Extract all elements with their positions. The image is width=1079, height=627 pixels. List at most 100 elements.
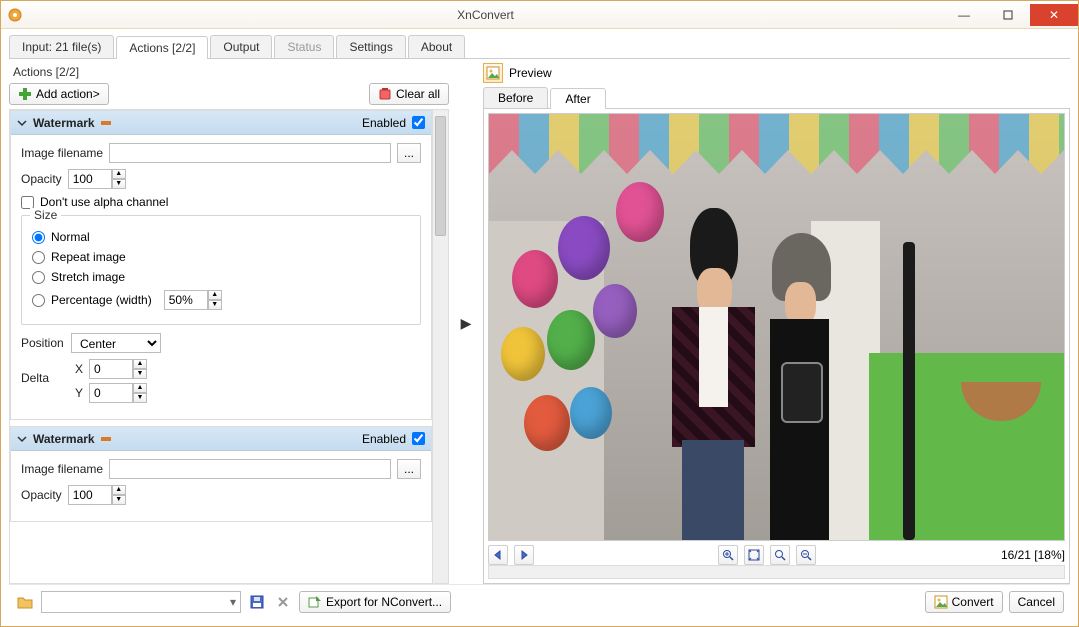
opacity-input[interactable] <box>68 169 112 189</box>
main-tabs: Input: 21 file(s) Actions [2/2] Output S… <box>9 35 1070 59</box>
content: Input: 21 file(s) Actions [2/2] Output S… <box>1 29 1078 626</box>
browse-button[interactable]: ... <box>397 143 421 163</box>
open-folder-button[interactable] <box>15 592 35 612</box>
delete-icon <box>277 596 289 608</box>
position-label: Position <box>21 336 65 350</box>
export-icon <box>308 595 322 609</box>
tab-output[interactable]: Output <box>210 35 272 58</box>
minimize-button[interactable]: — <box>942 4 986 26</box>
preview-counter: 16/21 [18%] <box>1001 548 1065 562</box>
titlebar: XnConvert — ✕ <box>1 1 1078 29</box>
delta-x-spinner[interactable]: ▲▼ <box>133 359 147 379</box>
preview-tab-before[interactable]: Before <box>483 87 548 108</box>
convert-button[interactable]: Convert <box>925 591 1003 613</box>
browse-button[interactable]: ... <box>397 459 421 479</box>
maximize-button[interactable] <box>986 4 1030 26</box>
preset-combo[interactable]: ▾ <box>41 591 241 613</box>
image-filename-input[interactable] <box>109 459 391 479</box>
enabled-checkbox[interactable] <box>412 432 425 445</box>
tab-actions[interactable]: Actions [2/2] <box>116 36 208 59</box>
alpha-checkbox[interactable] <box>21 196 34 209</box>
zoom-100-button[interactable] <box>770 545 790 565</box>
actions-scroll-area: Watermark Enabled Image filename <box>9 109 449 584</box>
image-filename-label: Image filename <box>21 462 103 476</box>
save-preset-button[interactable] <box>247 592 267 612</box>
tab-status[interactable]: Status <box>274 35 334 58</box>
opacity-spinner[interactable]: ▲▼ <box>112 169 126 189</box>
image-icon <box>486 66 500 80</box>
app-window: XnConvert — ✕ Input: 21 file(s) Actions … <box>0 0 1079 627</box>
actions-toolbar: Add action> Clear all <box>9 83 449 105</box>
export-label: Export for NConvert... <box>326 595 442 609</box>
remove-action-icon[interactable] <box>101 436 111 442</box>
convert-icon <box>934 595 948 609</box>
position-select[interactable]: Center <box>71 333 161 353</box>
chevron-down-icon <box>17 434 27 444</box>
add-action-button[interactable]: Add action> <box>9 83 109 105</box>
delta-x-label: X <box>71 362 83 376</box>
preview-image[interactable] <box>488 113 1065 541</box>
cancel-button[interactable]: Cancel <box>1009 591 1064 613</box>
folder-icon <box>17 595 33 609</box>
percentage-spinner[interactable]: ▲▼ <box>208 290 222 310</box>
zoom-fit-button[interactable] <box>744 545 764 565</box>
preview-tab-after[interactable]: After <box>550 88 605 109</box>
percentage-input[interactable] <box>164 290 208 310</box>
add-icon <box>18 87 32 101</box>
next-image-button[interactable] <box>514 545 534 565</box>
actions-vertical-scrollbar[interactable] <box>432 110 448 583</box>
remove-action-icon[interactable] <box>101 120 111 126</box>
preview-icon-button[interactable] <box>483 63 503 83</box>
size-repeat-radio[interactable] <box>32 251 45 264</box>
enabled-checkbox[interactable] <box>412 116 425 129</box>
clear-icon <box>378 87 392 101</box>
size-percentage-radio[interactable] <box>32 294 45 307</box>
size-group: Size Normal Repeat image Stretch image P… <box>21 215 421 325</box>
actions-panel: Actions [2/2] Add action> Clear all <box>9 63 449 584</box>
size-stretch-label: Stretch image <box>51 270 125 284</box>
scroll-thumb[interactable] <box>435 116 446 236</box>
prev-image-button[interactable] <box>488 545 508 565</box>
action-card-header[interactable]: Watermark Enabled <box>11 111 431 135</box>
action-body: Image filename ... Opacity ▲▼ <box>11 451 431 521</box>
preview-tabs: Before After <box>483 87 1070 109</box>
delete-preset-button[interactable] <box>273 592 293 612</box>
actions-panel-title: Actions [2/2] <box>13 65 449 79</box>
zoom-out-button[interactable] <box>796 545 816 565</box>
action-card: Watermark Enabled Image filename <box>10 110 432 420</box>
delta-y-input[interactable] <box>89 383 133 403</box>
app-icon <box>7 7 23 23</box>
tab-input[interactable]: Input: 21 file(s) <box>9 35 114 58</box>
size-normal-label: Normal <box>51 230 90 244</box>
workarea: Actions [2/2] Add action> Clear all <box>9 59 1070 584</box>
close-button[interactable]: ✕ <box>1030 4 1078 26</box>
size-normal-radio[interactable] <box>32 231 45 244</box>
delta-x-input[interactable] <box>89 359 133 379</box>
action-card: Watermark Enabled Image filename <box>10 426 432 522</box>
preview-panel: Preview Before After <box>483 63 1070 584</box>
enabled-label: Enabled <box>362 432 406 446</box>
action-name: Watermark <box>33 116 95 130</box>
window-buttons: — ✕ <box>942 4 1078 26</box>
preview-horizontal-scrollbar[interactable] <box>488 565 1065 579</box>
enabled-label: Enabled <box>362 116 406 130</box>
tab-settings[interactable]: Settings <box>336 35 405 58</box>
size-stretch-radio[interactable] <box>32 271 45 284</box>
export-nconvert-button[interactable]: Export for NConvert... <box>299 591 451 613</box>
expand-preview-button[interactable]: ▶ <box>461 315 472 332</box>
opacity-label: Opacity <box>21 488 62 502</box>
opacity-input[interactable] <box>68 485 112 505</box>
action-card-header[interactable]: Watermark Enabled <box>11 427 431 451</box>
tab-about[interactable]: About <box>408 35 465 58</box>
opacity-label: Opacity <box>21 172 62 186</box>
size-legend: Size <box>30 208 61 222</box>
delta-y-spinner[interactable]: ▲▼ <box>133 383 147 403</box>
action-name: Watermark <box>33 432 95 446</box>
zoom-in-button[interactable] <box>718 545 738 565</box>
action-body: Image filename ... Opacity ▲▼ <box>11 135 431 419</box>
delta-label: Delta <box>21 371 65 385</box>
image-filename-input[interactable] <box>109 143 391 163</box>
clear-all-button[interactable]: Clear all <box>369 83 449 105</box>
opacity-spinner[interactable]: ▲▼ <box>112 485 126 505</box>
zoom-in-icon <box>722 549 734 561</box>
